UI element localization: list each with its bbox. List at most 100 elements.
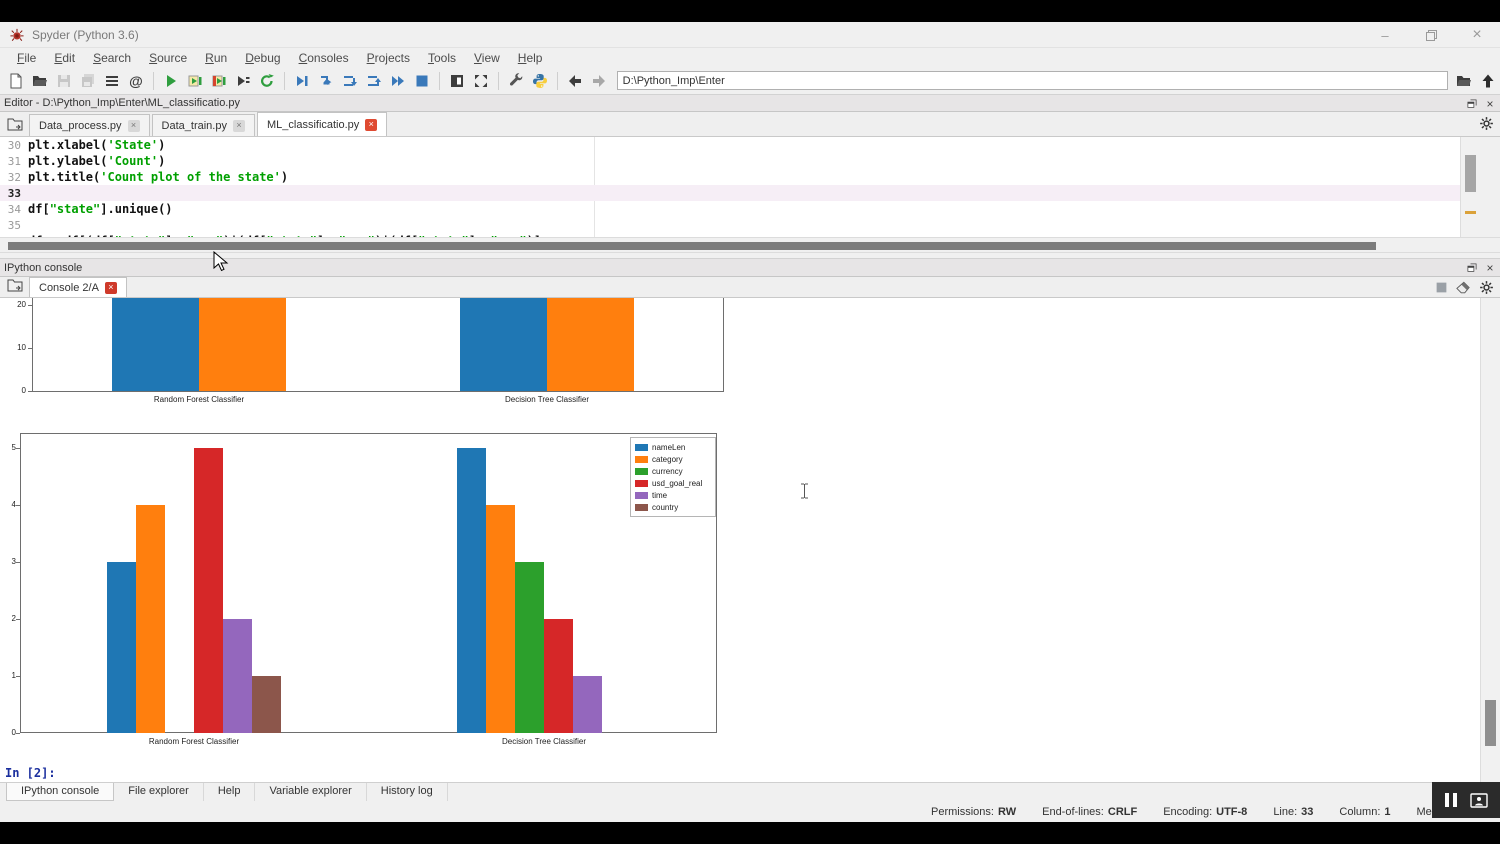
rerun-button[interactable] (255, 70, 279, 92)
step-button[interactable] (314, 70, 338, 92)
menu-run[interactable]: Run (196, 51, 236, 65)
menu-consoles[interactable]: Consoles (290, 51, 358, 65)
chart2-bar-country (252, 676, 281, 733)
tab-console-2a[interactable]: Console 2/A × (29, 277, 127, 297)
console-close-button[interactable]: × (1483, 261, 1497, 275)
chart1-tick-mark (28, 391, 32, 392)
menu-file[interactable]: File (8, 51, 45, 65)
chart1-category-label: Decision Tree Classifier (467, 395, 627, 404)
mouse-cursor (213, 251, 229, 273)
code-editor[interactable]: 30 plt.xlabel('State') 31 plt.ylabel('Co… (0, 137, 1480, 237)
back-button[interactable] (563, 70, 587, 92)
console-browse-tabs-button[interactable] (4, 275, 26, 295)
new-file-button[interactable] (4, 70, 28, 92)
tab-close-icon[interactable]: × (128, 120, 140, 132)
tab-data-process[interactable]: Data_process.py × (29, 114, 150, 136)
fullscreen-button[interactable] (469, 70, 493, 92)
webcam-icon[interactable] (1470, 793, 1488, 808)
menu-projects[interactable]: Projects (358, 51, 419, 65)
step-into-icon (342, 73, 358, 89)
restore-button[interactable] (1408, 22, 1454, 48)
clear-console-button[interactable] (1456, 281, 1470, 299)
stop-button[interactable] (410, 70, 434, 92)
step-return-icon (366, 73, 382, 89)
chart1-right-spine (723, 298, 724, 391)
console-options-button[interactable] (1479, 280, 1494, 300)
tab-ml-classificatio[interactable]: ML_classificatio.py × (257, 112, 387, 136)
line-number: 31 (0, 155, 28, 168)
run-cell-button[interactable] (183, 70, 207, 92)
step-into-button[interactable] (338, 70, 362, 92)
close-window-button[interactable]: × (1454, 22, 1500, 48)
save-button[interactable] (52, 70, 76, 92)
interrupt-kernel-button[interactable] (1435, 281, 1448, 299)
code-line-34: 34 df["state"].unique() (0, 201, 1480, 217)
spyder-app-icon (10, 28, 24, 42)
chart1-bar-series_orange (199, 298, 286, 391)
browse-tabs-button[interactable] (4, 114, 26, 134)
file-switcher-button[interactable] (100, 70, 124, 92)
chart1-bar-series_blue (112, 298, 199, 391)
preferences-button[interactable] (504, 70, 528, 92)
chart2-tick-label: 1 (2, 671, 16, 680)
menu-help[interactable]: Help (509, 51, 552, 65)
open-file-button[interactable] (28, 70, 52, 92)
tab-close-icon[interactable]: × (105, 282, 117, 294)
menu-edit[interactable]: Edit (45, 51, 84, 65)
menu-search[interactable]: Search (84, 51, 140, 65)
run-button[interactable] (159, 70, 183, 92)
chart2-bar-time (573, 676, 602, 733)
bottom-tab-help[interactable]: Help (204, 783, 256, 801)
chart2-legend: nameLencategorycurrencyusd_goal_realtime… (630, 437, 716, 517)
chart2-bar-time (223, 619, 252, 733)
menu-view[interactable]: View (465, 51, 509, 65)
parent-directory-button[interactable] (1476, 70, 1500, 92)
line-number: 33 (0, 187, 28, 200)
legend-entry: country (635, 501, 711, 513)
pause-icon[interactable] (1444, 792, 1458, 808)
bottom-tab-variable-explorer[interactable]: Variable explorer (255, 783, 366, 801)
debug-button[interactable] (290, 70, 314, 92)
stop-icon (414, 73, 430, 89)
continue-button[interactable] (386, 70, 410, 92)
status-encoding: Encoding:UTF-8 (1163, 806, 1247, 818)
python-path-button[interactable] (528, 70, 552, 92)
working-directory-input[interactable] (617, 71, 1448, 90)
run-cell-advance-button[interactable] (207, 70, 231, 92)
editor-undock-button[interactable] (1465, 97, 1479, 111)
toolbar-separator (439, 72, 440, 90)
legend-label: country (652, 503, 678, 512)
status-label: Permissions: (931, 806, 994, 818)
menu-source[interactable]: Source (140, 51, 196, 65)
tab-close-icon[interactable]: × (365, 119, 377, 131)
console-content[interactable]: In [2]: 01020Random Forest ClassifierDec… (0, 298, 1480, 782)
console-vertical-scrollbar[interactable] (1480, 298, 1500, 782)
editor-options-button[interactable] (1479, 116, 1494, 136)
bottom-tab-file-explorer[interactable]: File explorer (114, 783, 204, 801)
run-selection-button[interactable] (231, 70, 255, 92)
step-return-button[interactable] (362, 70, 386, 92)
menu-tools[interactable]: Tools (419, 51, 465, 65)
at-icon: @ (129, 73, 143, 89)
forward-button[interactable] (587, 70, 611, 92)
console-undock-button[interactable] (1465, 261, 1479, 275)
bottom-tab-history-log[interactable]: History log (367, 783, 448, 801)
bottom-tab-ipython-console[interactable]: IPython console (6, 783, 114, 801)
menu-debug[interactable]: Debug (236, 51, 289, 65)
editor-hscrollbar-thumb[interactable] (8, 242, 1376, 250)
restore-icon (1426, 30, 1437, 41)
console-scrollbar-thumb[interactable] (1485, 700, 1496, 746)
browse-directory-button[interactable] (1452, 70, 1476, 92)
minimize-button[interactable]: – (1362, 22, 1408, 48)
chart1-bar-series_orange (547, 298, 634, 391)
maximize-pane-button[interactable] (445, 70, 469, 92)
symbol-finder-button[interactable]: @ (124, 70, 148, 92)
save-all-button[interactable] (76, 70, 100, 92)
new-file-icon (8, 73, 24, 89)
editor-vertical-scrollbar[interactable] (1460, 137, 1480, 237)
tab-close-icon[interactable]: × (233, 120, 245, 132)
editor-close-button[interactable]: × (1483, 97, 1497, 111)
tab-data-train[interactable]: Data_train.py × (152, 114, 255, 136)
editor-scrollbar-thumb[interactable] (1465, 155, 1476, 192)
toolbar-separator (557, 72, 558, 90)
